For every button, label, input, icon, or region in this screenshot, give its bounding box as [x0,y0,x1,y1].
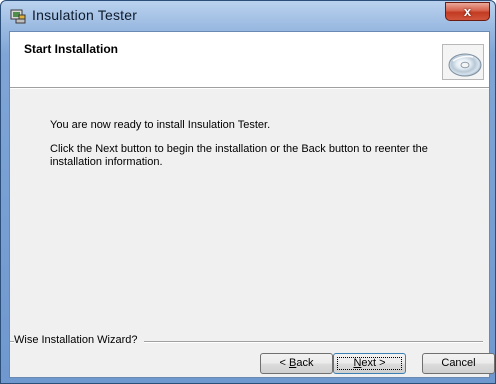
wizard-client-area: Start Installation You are now ready to … [9,31,495,378]
cd-disc-icon [442,44,484,80]
wizard-brand-label: Wise Installation Wizard? [14,334,144,346]
next-button[interactable]: Next > [333,353,406,374]
installer-window: Insulation Tester x Start Installation Y… [0,0,496,384]
title-bar[interactable]: Insulation Tester x [1,1,495,31]
close-icon: x [463,4,472,19]
close-button[interactable]: x [445,2,490,21]
window-title: Insulation Tester [32,7,138,23]
cancel-button[interactable]: Cancel [422,353,495,374]
back-button[interactable]: < Back [260,353,333,374]
wizard-header: Start Installation [10,32,489,88]
page-title: Start Installation [24,42,119,56]
installer-app-icon [10,9,26,24]
ready-message: You are now ready to install Insulation … [50,119,271,131]
instruction-message: Click the Next button to begin the insta… [50,143,428,168]
